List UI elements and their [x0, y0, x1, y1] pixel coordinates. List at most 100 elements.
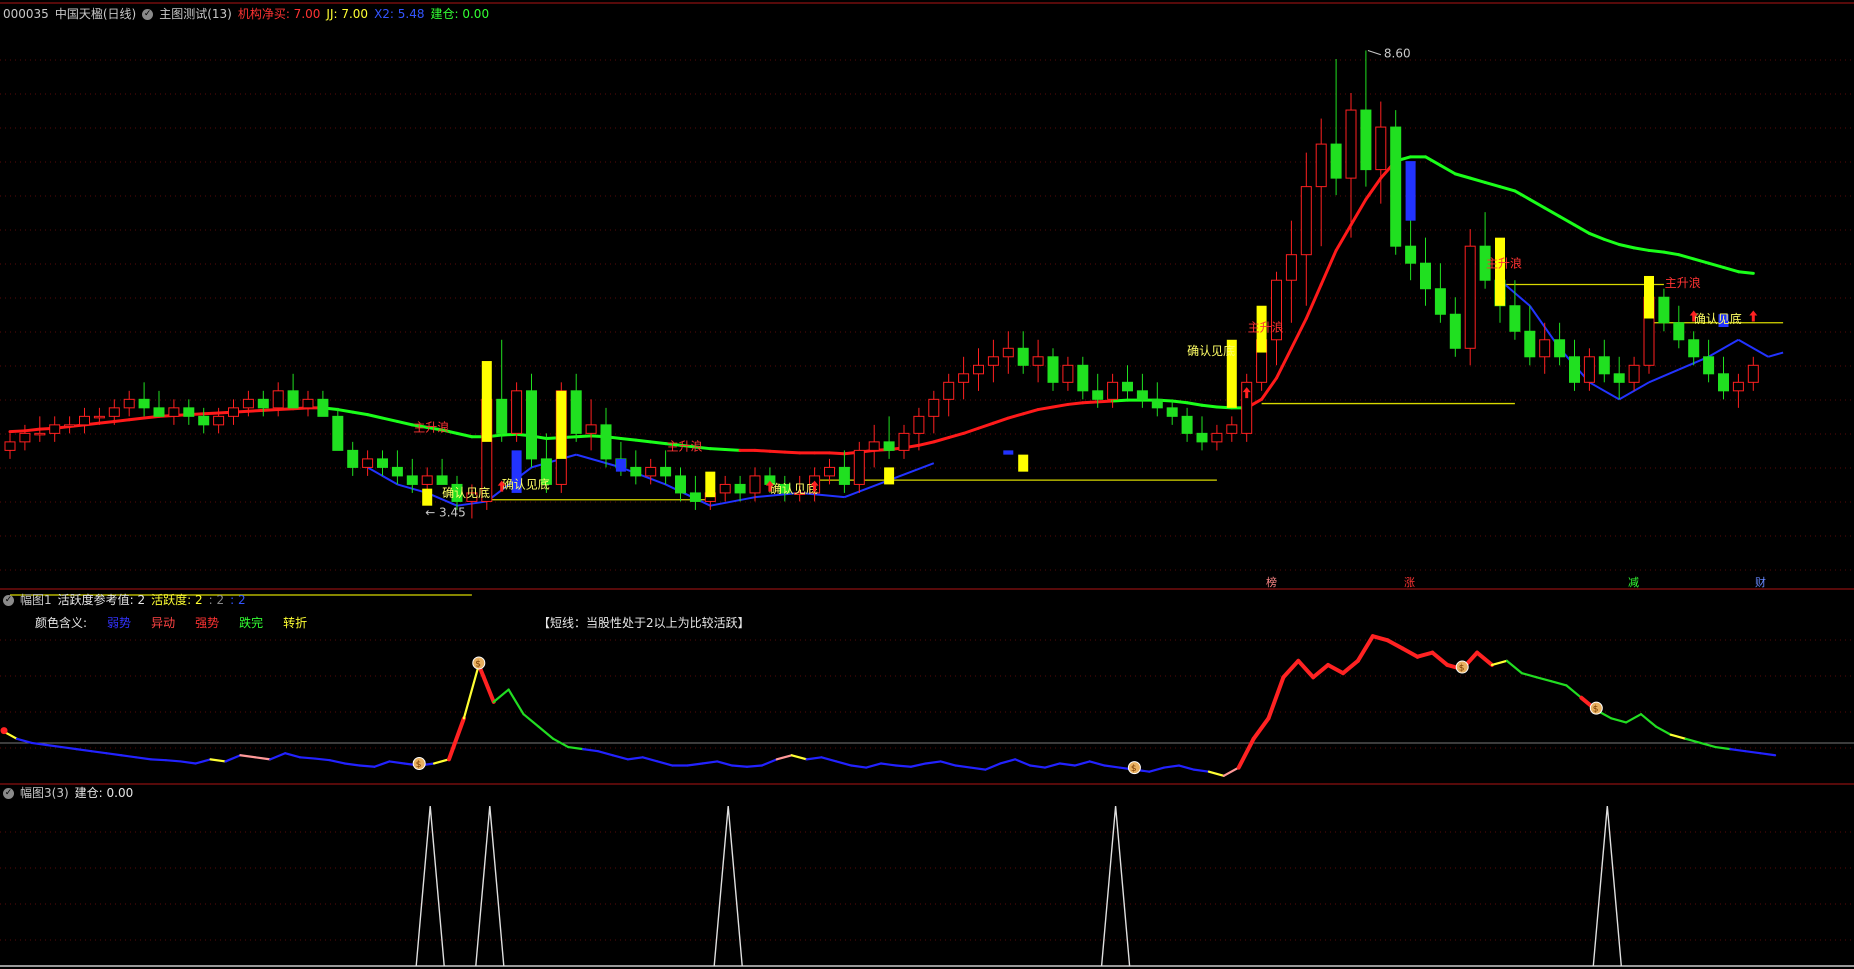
activity-line-segment — [1326, 662, 1345, 676]
activity-line-segment — [284, 752, 302, 759]
activity-line-segment — [120, 754, 138, 759]
candle-body — [257, 398, 269, 409]
main-wave-label: 主升浪 — [1248, 319, 1284, 334]
ma-line-segment — [1111, 398, 1129, 403]
activity-line-segment — [1043, 762, 1062, 769]
candle-body — [749, 475, 761, 494]
signal-bar-yellow — [481, 361, 492, 442]
candle-body — [1122, 381, 1133, 392]
support-line-segment — [1588, 381, 1620, 401]
panel-title[interactable]: 幅图3(3) — [20, 785, 69, 801]
candle-body — [600, 424, 612, 460]
activity-line-segment — [476, 662, 496, 704]
activity-line-segment — [716, 760, 734, 767]
activity-line-segment — [1281, 658, 1301, 680]
ma-line-segment — [634, 438, 653, 444]
confirm-bottom-label: 确认见底 — [1187, 343, 1235, 358]
candle-body — [511, 390, 523, 434]
money-bag-symbol: $ — [1131, 764, 1137, 774]
candle-body — [317, 398, 329, 417]
candle-body — [1539, 339, 1551, 358]
legend-title: 颜色含义: — [35, 616, 88, 630]
candle-body — [1718, 373, 1729, 392]
activity-line-segment — [358, 764, 376, 768]
candle-body — [108, 407, 120, 417]
main-wave-label: 主升浪 — [413, 420, 449, 435]
activity-line-segment — [1415, 650, 1435, 659]
activity-start-dot — [0, 727, 8, 735]
ma-line-segment — [1334, 223, 1353, 252]
activity-line-segment — [1699, 741, 1717, 749]
activity-line-segment — [1520, 672, 1538, 679]
indicator-title[interactable]: 主图测试(13) — [159, 6, 232, 22]
activity-line-segment — [1610, 717, 1628, 724]
signal-bar-yellow — [705, 471, 716, 498]
ma-line-segment — [366, 413, 384, 420]
candle-body — [79, 415, 90, 426]
ma-line-segment — [917, 440, 936, 447]
indicator-value-4: 建仓: 0.00 — [430, 7, 490, 21]
collapse-icon[interactable]: ✓ — [3, 787, 14, 799]
ma-line-segment — [1483, 180, 1502, 189]
activity-line-segment — [1014, 758, 1032, 767]
candle-body — [1196, 432, 1208, 443]
confirm-bottom-label: 确认见底 — [1694, 311, 1742, 326]
candle-body — [1330, 143, 1342, 179]
activity-line-segment — [194, 758, 212, 765]
support-line-segment — [1708, 338, 1739, 358]
activity-line-segment — [1729, 748, 1747, 753]
activity-line-segment — [1669, 733, 1687, 740]
candle-body — [287, 390, 299, 409]
ma-line-segment — [97, 419, 116, 425]
activity-line-segment — [790, 754, 808, 761]
candle-body — [1658, 296, 1670, 324]
signal-bar-yellow — [556, 390, 567, 459]
ma-line-segment — [977, 421, 995, 430]
candle-body — [1032, 356, 1044, 366]
activity-line-segment — [343, 762, 361, 767]
signal-bar-yellow — [1495, 237, 1505, 306]
signal-bar-yellow — [884, 467, 895, 485]
activity-line-segment — [1296, 658, 1316, 680]
activity-line-segment — [1654, 725, 1672, 736]
candle-body — [1151, 398, 1163, 409]
ma-line-segment — [619, 436, 638, 442]
bottom-tag: 财 — [1755, 575, 1766, 589]
candle-body — [1524, 330, 1536, 358]
ma-line-segment — [1677, 253, 1696, 261]
ma-line-segment — [395, 419, 414, 427]
main-chart-header: 000035 中国天楹(日线) ✓ 主图测试(13) 机构净买: 7.00 JJ… — [3, 6, 489, 22]
activity-line-segment — [1058, 762, 1076, 767]
indicator-value-1: 机构净买: 7.00 — [237, 7, 321, 21]
ma-line-segment — [1289, 317, 1308, 350]
activity-note: 【短线：当股性处于2以上为比较活跃】 — [538, 616, 750, 630]
candle-body — [391, 466, 403, 477]
candle-body — [347, 449, 359, 468]
candle-body — [719, 483, 731, 494]
confirm-bottom-label: 确认见底 — [770, 481, 818, 496]
legend-weak: 弱势 — [107, 616, 132, 630]
ma-line-segment — [8, 429, 27, 434]
main-wave-label: 主升浪 — [1486, 255, 1522, 270]
activity-line-segment — [239, 754, 257, 759]
support-line-segment — [844, 479, 890, 499]
candle-body — [570, 390, 582, 434]
candle-body — [1181, 415, 1193, 434]
activity-line-segment — [1073, 760, 1091, 767]
candle-body — [987, 356, 999, 366]
support-line-segment — [665, 483, 711, 507]
bottom-tag: 涨 — [1404, 576, 1415, 589]
activity-line-segment — [1088, 760, 1106, 767]
activity-line-segment — [388, 760, 406, 765]
ma-line-segment — [1438, 163, 1457, 176]
signal-bar-yellow — [422, 488, 433, 506]
collapse-icon[interactable]: ✓ — [142, 8, 154, 20]
candle-body — [1002, 347, 1014, 358]
ma-line-segment — [1304, 282, 1323, 321]
confirm-bottom-label: 确认见底 — [502, 477, 550, 492]
ma-line-segment — [23, 427, 42, 433]
panel-title[interactable]: 幅图1 — [20, 592, 52, 608]
activity-line-segment — [879, 762, 898, 767]
activity-line-segment — [1148, 766, 1166, 773]
collapse-icon[interactable]: ✓ — [3, 594, 14, 606]
